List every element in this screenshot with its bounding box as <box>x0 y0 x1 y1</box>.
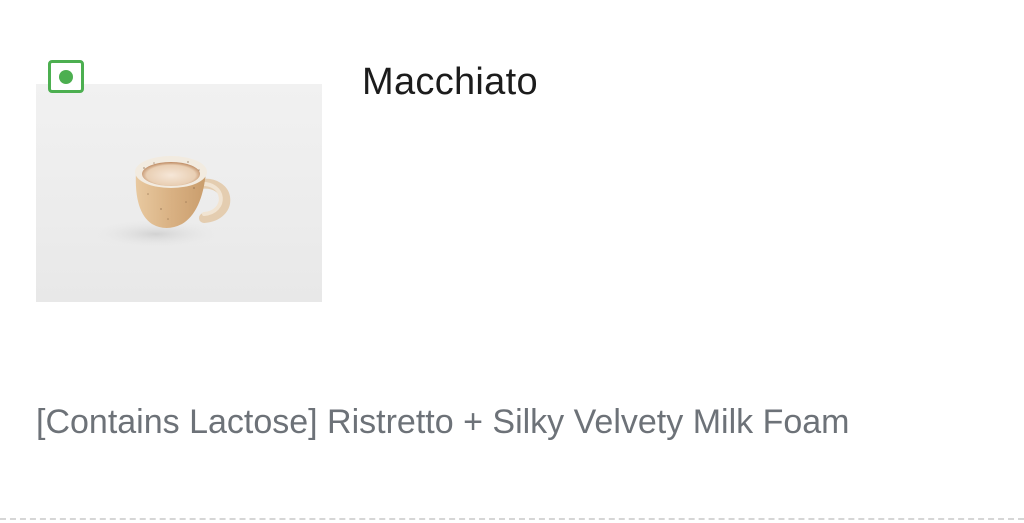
product-title: Macchiato <box>362 61 538 103</box>
product-image[interactable] <box>36 84 322 302</box>
veg-indicator-dot <box>59 70 73 84</box>
menu-item-card[interactable]: Macchiato [Contains Lactose] Ristretto +… <box>0 0 1024 523</box>
coffee-cup-image <box>94 156 231 248</box>
item-divider <box>0 518 1024 520</box>
product-description: [Contains Lactose] Ristretto + Silky Vel… <box>36 403 850 441</box>
veg-indicator-icon <box>48 60 84 93</box>
